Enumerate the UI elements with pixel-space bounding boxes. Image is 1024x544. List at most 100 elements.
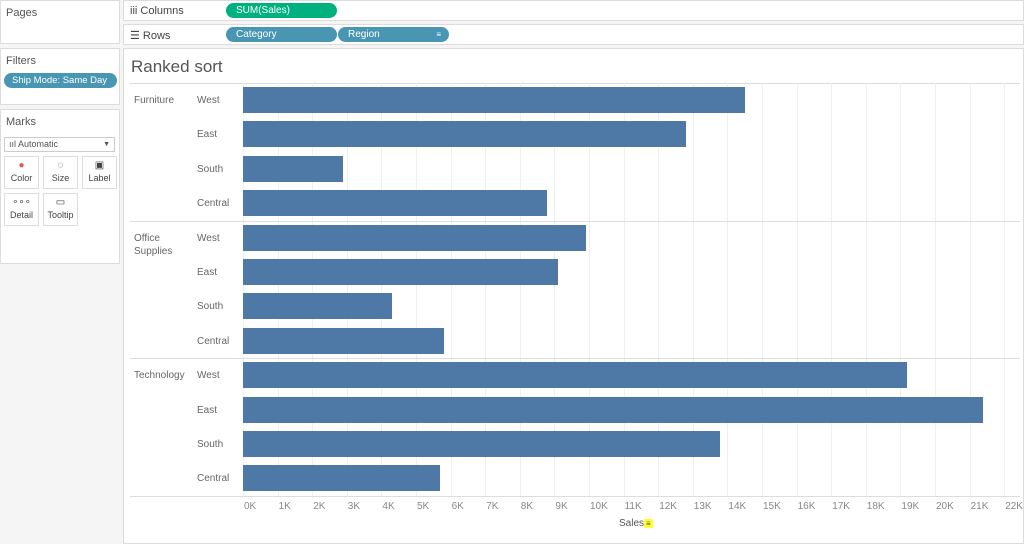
region-label: West [197, 95, 220, 106]
filters-panel: Filters Ship Mode: Same Day [0, 48, 120, 105]
x-tick-label: 11K [624, 501, 642, 512]
region-label: West [197, 370, 220, 382]
bar-furniture-central [243, 190, 548, 217]
bar-technology-west [243, 362, 908, 389]
bar-office-supplies-central [243, 327, 444, 354]
region-label: East [197, 129, 218, 141]
region-label: South [197, 439, 224, 450]
x-tick-label: 16K [797, 501, 816, 512]
bar-furniture-east [243, 121, 686, 148]
region-label: East [197, 267, 218, 278]
x-tick-label: 5K [417, 501, 430, 512]
bar-technology-central [243, 465, 441, 492]
columns-shelf-label: iii Columns [130, 5, 184, 17]
columns-pill-sum-sales[interactable]: SUM(Sales) [226, 3, 337, 18]
gridline [969, 83, 971, 496]
marks-title: Marks [6, 116, 36, 128]
region-label: East [197, 404, 218, 416]
rows-pill-region[interactable]: Region ≡ [338, 27, 449, 42]
category-divider [130, 220, 1020, 222]
x-tick-label: 17K [832, 501, 850, 512]
gridline [831, 83, 833, 496]
x-tick-label: 12K [659, 501, 677, 512]
gridline [796, 83, 798, 496]
x-tick-label: 9K [555, 501, 568, 512]
x-tick-label: 22K [1005, 501, 1023, 512]
x-tick-label: 19K [901, 501, 920, 512]
region-label: Central [197, 198, 230, 210]
region-label: South [197, 163, 224, 175]
chevron-down-icon: ▼ [103, 141, 110, 148]
tooltip-icon: ▭ [55, 197, 66, 208]
pages-title: Pages [6, 7, 38, 19]
x-tick-label: 14K [728, 501, 747, 512]
region-label: South [197, 301, 224, 313]
mark-type-dropdown[interactable]: ııl Automatic ▼ [4, 137, 115, 152]
columns-icon: iii [130, 5, 141, 17]
label-label: Label [88, 173, 111, 183]
x-tick-label: 20K [936, 501, 954, 512]
columns-shelf: iii Columns SUM(Sales) [123, 0, 1024, 21]
pages-panel: Pages [0, 0, 120, 44]
x-tick-label: 4K [382, 501, 395, 512]
size-label: Size [51, 173, 70, 183]
x-axis-title[interactable]: Sales ≡ [619, 518, 653, 529]
bar-office-supplies-south [243, 293, 392, 320]
bar-chart-icon: ııl [9, 139, 19, 149]
x-tick-label: 10K [590, 501, 608, 512]
detail-icon: ∘∘∘ [12, 197, 31, 208]
rows-shelf: ☰ Rows Category Region ≡ [123, 24, 1024, 45]
filter-pill-ship-mode[interactable]: Ship Mode: Same Day [4, 73, 117, 88]
category-label: Furniture [134, 95, 175, 106]
x-tick-label: 13K [693, 501, 712, 512]
rows-shelf-label: ☰ Rows [130, 30, 171, 42]
x-tick-label: 3K [347, 501, 361, 512]
sort-icon: ≡ [436, 30, 441, 39]
rows-icon: ☰ [130, 30, 143, 42]
x-tick-label: 8K [520, 501, 534, 512]
bar-furniture-west [243, 87, 745, 113]
tooltip-label: Tooltip [47, 210, 74, 220]
color-button[interactable]: ● Color [4, 156, 39, 189]
x-tick-label: 7K [486, 501, 499, 512]
gridline [1004, 83, 1006, 496]
bar-furniture-south [243, 155, 344, 182]
gridline [762, 83, 763, 496]
x-tick-label: 2K [313, 501, 326, 512]
rows-pill-category[interactable]: Category [226, 27, 337, 42]
size-button[interactable]: ◌ Size [43, 156, 78, 189]
gridline [865, 83, 867, 496]
x-axis-line [130, 496, 1020, 497]
gridline [935, 83, 936, 496]
tooltip-button[interactable]: ▭ Tooltip [43, 193, 78, 226]
color-icon: ● [18, 160, 25, 171]
x-tick-label: 6K [451, 501, 464, 512]
region-label: Central [197, 335, 230, 347]
marks-panel: Marks ııl Automatic ▼ ● Color ◌ Size ▣ Label… [0, 109, 120, 264]
category-divider [130, 358, 1020, 360]
color-label: Color [10, 173, 33, 183]
gridline [727, 83, 729, 496]
header-divider [130, 83, 1020, 84]
category-label: Office Supplies [134, 232, 173, 257]
bar-office-supplies-east [243, 259, 558, 285]
detail-button[interactable]: ∘∘∘ Detail [4, 193, 39, 226]
region-label: West [197, 232, 220, 244]
x-tick-label: 1K [278, 501, 291, 512]
gridline [900, 83, 902, 496]
region-label: Central [197, 473, 230, 485]
x-tick-label: 0K [244, 501, 257, 512]
x-tick-label: 21K [970, 501, 989, 512]
x-tick-label: 15K [763, 501, 781, 512]
x-tick-label: 18K [866, 501, 885, 512]
size-icon: ◌ [57, 160, 64, 171]
filters-title: Filters [6, 55, 36, 67]
sort-indicator-icon[interactable]: ≡ [644, 519, 653, 528]
label-icon: ▣ [94, 160, 105, 171]
detail-label: Detail [9, 210, 33, 220]
chart-title: Ranked sort [131, 57, 223, 76]
label-button[interactable]: ▣ Label [82, 156, 117, 189]
mark-type-value: Automatic [18, 139, 59, 149]
bar-technology-south [243, 431, 721, 457]
bar-technology-east [243, 396, 984, 423]
